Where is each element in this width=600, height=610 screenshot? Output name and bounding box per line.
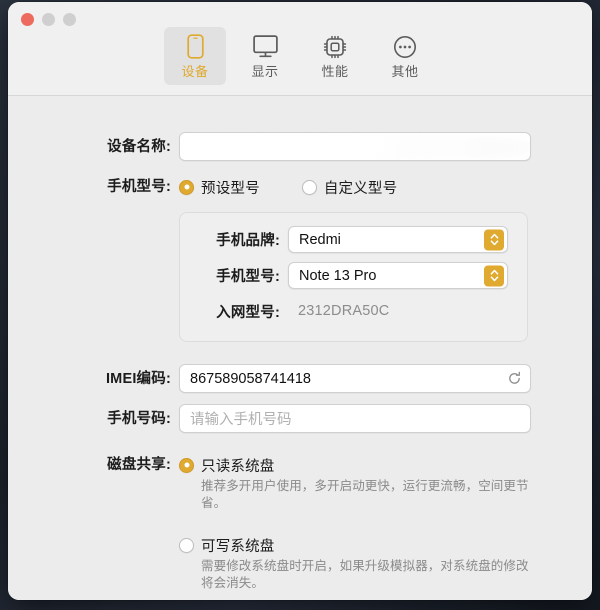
preset-model-panel: 手机品牌: Redmi 手机型号: Note 13 Pro 入网型号: 2312… [179,212,528,342]
disk-share-option-writable: 可写系统盘 需要修改系统盘时开启，如果升级模拟器，对系统盘的修改将会消失。 [179,530,592,592]
tab-device-label: 设备 [181,63,209,79]
imei-value: 867589058741418 [190,370,311,387]
radio-preset-model[interactable]: 预设型号 [179,172,260,202]
row-phone-brand: 手机品牌: Redmi [180,226,527,256]
phone-icon [186,34,204,60]
row-network-model: 入网型号: 2312DRA50C [180,298,527,328]
phone-number-placeholder: 请输入手机号码 [190,412,292,428]
chevron-updown-icon[interactable] [484,229,504,250]
row-imei: IMEI编码: 867589058741418 [8,364,592,394]
disk-share-label: 磁盘共享: [107,457,171,473]
radio-preset-model-label: 预设型号 [201,180,260,197]
phone-number-label: 手机号码: [107,411,171,427]
redaction-blur [180,133,530,160]
traffic-light-group [21,13,76,26]
row-device-name: 设备名称: [8,132,592,162]
window-titlebar: 设备 显示 性能 其他 [8,2,592,96]
radio-custom-model-label: 自定义型号 [323,180,398,197]
radio-custom-model[interactable]: 自定义型号 [301,172,398,202]
device-name-label: 设备名称: [107,139,171,155]
readonly-disk-description: 推荐多开用户使用，多开启动更快，运行更流畅，空间更节省。 [201,479,529,510]
phone-brand-value: Redmi [299,231,341,248]
row-phone-model: 手机型号: Note 13 Pro [180,262,527,292]
phone-model-value: Note 13 Pro [299,267,377,284]
minimize-window-button[interactable] [42,13,55,26]
network-model-value: 2312DRA50C [298,303,390,319]
radio-readonly-disk-label: 只读系统盘 [201,458,275,475]
row-disk-share: 磁盘共享: 只读系统盘 推荐多开用户使用，多开启动更快，运行更流畅，空间更节省。… [8,450,592,594]
row-phone-number: 手机号码: 请输入手机号码 [8,404,592,434]
network-model-label: 入网型号: [216,305,280,321]
imei-input[interactable]: 867589058741418 [179,364,531,393]
tab-device[interactable]: 设备 [164,27,226,85]
close-window-button[interactable] [21,13,34,26]
settings-form: 设备名称: 手机型号: 预设型号 自定义型号 手机品牌: Redmi 手机型号:… [8,96,592,600]
radio-readonly-disk[interactable]: 只读系统盘 [179,450,592,480]
phone-number-input[interactable]: 请输入手机号码 [179,404,531,433]
radio-readonly-disk-indicator[interactable] [179,457,194,473]
phone-model-radio-group: 预设型号 自定义型号 [179,172,592,202]
zoom-window-button[interactable] [63,13,76,26]
radio-writable-disk-indicator[interactable] [179,537,194,553]
tab-performance-label: 性能 [321,63,349,79]
phone-brand-label: 手机品牌: [216,233,280,249]
phone-brand-select[interactable]: Redmi [288,226,508,253]
tab-other[interactable]: 其他 [374,27,436,85]
monitor-icon [252,34,278,60]
refresh-icon[interactable] [506,371,522,387]
imei-label: IMEI编码: [105,371,171,387]
tab-other-label: 其他 [391,63,419,79]
radio-writable-disk-label: 可写系统盘 [201,538,275,555]
phone-model-select[interactable]: Note 13 Pro [288,262,508,289]
phone-model-label: 手机型号: [107,179,171,195]
tab-display-label: 显示 [251,63,279,79]
tab-performance[interactable]: 性能 [304,27,366,85]
chevron-updown-icon[interactable] [484,265,504,286]
app-window: 设备 显示 性能 其他 设备名称: 手机型号: 预设型号 自定义型号 手机品牌:… [8,2,592,600]
radio-writable-disk[interactable]: 可写系统盘 [179,530,592,560]
ellipsis-circle-icon [393,34,417,60]
row-phone-model-type: 手机型号: 预设型号 自定义型号 [8,172,592,202]
tab-display[interactable]: 显示 [234,27,296,85]
radio-custom-model-indicator[interactable] [301,179,317,195]
cpu-icon [323,34,347,60]
device-name-input[interactable] [179,132,531,161]
radio-preset-model-indicator[interactable] [179,179,194,195]
disk-share-option-readonly: 只读系统盘 推荐多开用户使用，多开启动更快，运行更流畅，空间更节省。 [179,450,592,512]
writable-disk-description: 需要修改系统盘时开启，如果升级模拟器，对系统盘的修改将会消失。 [201,559,529,590]
toolbar-tabs: 设备 显示 性能 其他 [8,27,592,85]
preset-phone-model-label: 手机型号: [216,269,280,285]
